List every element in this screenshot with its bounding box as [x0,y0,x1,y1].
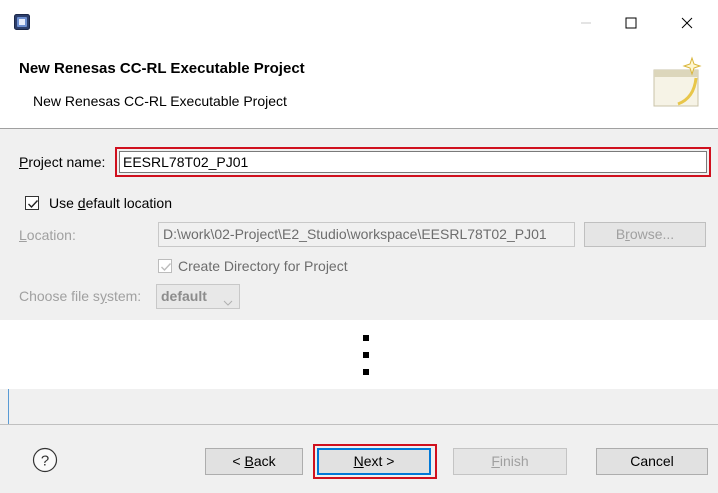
checkmark-icon [161,263,172,272]
new-project-wizard-icon [648,56,704,112]
chevron-down-icon [223,293,233,309]
maximize-button[interactable] [611,10,651,38]
omitted-content-gap [0,320,718,389]
checkmark-icon [28,200,39,209]
project-name-mnemonic: P [19,154,29,170]
location-input[interactable]: D:\work\02-Project\E2_Studio\workspace\E… [158,222,575,247]
wizard-title: New Renesas CC-RL Executable Project [19,60,305,77]
close-button[interactable] [667,10,707,38]
wizard-description: New Renesas CC-RL Executable Project [33,93,287,109]
svg-text:?: ? [41,453,49,470]
back-button[interactable]: < Back [205,448,303,475]
file-system-label: Choose file system: [19,288,142,304]
button-bar: ? < Back Next > Finish Cancel [0,425,718,493]
wizard-content-bottom [0,389,718,424]
focus-edge-line [8,389,9,424]
help-icon[interactable]: ? [32,447,58,473]
maximize-icon [625,16,637,32]
next-button[interactable]: Next > [317,448,431,475]
minimize-icon [580,16,592,32]
project-name-label: Project name: [19,154,105,170]
use-default-location-checkbox[interactable] [25,196,39,210]
create-directory-label: Create Directory for Project [178,258,348,274]
close-icon [681,16,693,32]
cancel-button[interactable]: Cancel [596,448,708,475]
location-label: Location: [19,227,76,243]
wizard-header: New Renesas CC-RL Executable Project New… [0,46,718,128]
project-form: Project name: Use default location Locat… [0,129,718,320]
eclipse-app-icon [14,14,30,30]
minimize-button[interactable] [566,10,606,38]
file-system-select[interactable]: default [156,284,240,309]
title-bar [0,0,718,46]
project-name-label-text: roject name: [28,154,106,170]
browse-button[interactable]: Browse... [584,222,706,247]
file-system-value: default [161,288,207,304]
use-default-location-label[interactable]: Use default location [49,195,172,211]
create-directory-checkbox[interactable] [158,259,172,273]
project-name-input[interactable] [119,151,707,173]
finish-button[interactable]: Finish [453,448,567,475]
